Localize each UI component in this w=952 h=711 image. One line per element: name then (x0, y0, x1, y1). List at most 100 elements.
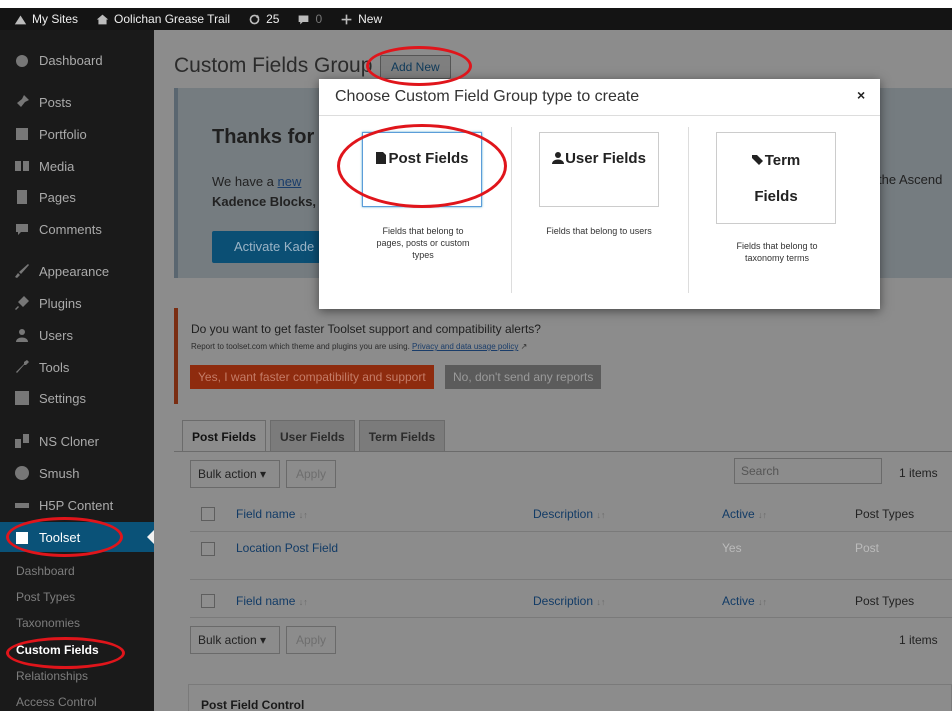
submenu-custom-fields[interactable]: Custom Fields (0, 637, 154, 663)
add-new-button[interactable]: Add New (380, 55, 451, 79)
comments-menu[interactable]: 0 (297, 12, 322, 26)
sidebar-item-label: Media (39, 158, 75, 174)
sidebar-item-settings[interactable]: Settings (0, 383, 154, 413)
sidebar-item-label: Tools (39, 359, 70, 375)
sidebar-item-posts[interactable]: Posts (0, 87, 154, 117)
field-name-link[interactable]: Location Post Field (236, 541, 338, 555)
kadence-new-link[interactable]: new (278, 174, 302, 189)
no-reports-button[interactable]: No, don't send any reports (445, 365, 602, 389)
post-fields-option[interactable]: Post Fields (362, 132, 482, 207)
bulk-action-label: Bulk action (198, 467, 257, 481)
tab-term-fields[interactable]: Term Fields (358, 420, 446, 452)
bulk-action-label: Bulk action (198, 633, 257, 647)
privacy-policy-link[interactable]: Privacy and data usage policy (412, 342, 518, 351)
submenu-access-control[interactable]: Access Control (0, 689, 154, 711)
select-all-checkbox[interactable] (201, 507, 215, 521)
term-fields-label-line1: Term (764, 152, 801, 169)
select-all-checkbox-footer[interactable] (201, 594, 215, 608)
sidebar-item-smush[interactable]: Smush (0, 458, 154, 488)
option-divider (511, 127, 512, 293)
kadence-title: Thanks for (212, 126, 315, 148)
user-fields-label: User Fields (565, 150, 646, 167)
term-fields-option[interactable]: Term Fields (716, 132, 836, 224)
sidebar-item-users[interactable]: Users (0, 320, 154, 350)
sort-icon: ↓↑ (758, 510, 768, 520)
sidebar-item-tools[interactable]: Tools (0, 352, 154, 382)
term-fields-desc-line: taxonomy terms (744, 253, 810, 263)
updates-count: 25 (266, 12, 280, 26)
dashboard-icon (16, 55, 28, 67)
post-field-control-title: Post Field Control (201, 698, 305, 711)
sidebar-item-pages[interactable]: Pages (0, 182, 154, 212)
field-active: Yes (722, 541, 742, 555)
new-content-menu[interactable]: New (340, 12, 382, 26)
dialog-header-divider (319, 115, 880, 116)
my-sites-menu[interactable]: My Sites (14, 12, 78, 26)
tabs-divider (174, 451, 952, 452)
column-description-label: Description (533, 507, 594, 521)
sidebar-item-media[interactable]: Media (0, 151, 154, 181)
submenu-relationships[interactable]: Relationships (0, 663, 154, 689)
sidebar-item-plugins[interactable]: Plugins (0, 288, 154, 318)
bulk-action-select[interactable]: Bulk action ▾ (190, 460, 280, 488)
pin-icon (15, 95, 29, 109)
sidebar-item-label: H5P Content (39, 497, 114, 513)
sidebar-item-label: Posts (39, 94, 72, 110)
apply-button[interactable]: Apply (286, 460, 336, 488)
column-field-name-footer[interactable]: Field name ↓↑ (236, 594, 308, 608)
user-fields-description: Fields that belong to users (546, 226, 652, 236)
term-fields-label-line2: Fields (754, 188, 798, 205)
external-link-icon: ↗ (520, 342, 528, 351)
activate-kadence-button[interactable]: Activate Kade (212, 231, 324, 263)
post-fields-desc-line: types (412, 250, 434, 260)
search-input[interactable]: Search (734, 458, 882, 484)
plug-icon (15, 296, 29, 310)
wrench-icon (16, 360, 29, 373)
yes-faster-support-button[interactable]: Yes, I want faster compatibility and sup… (190, 365, 434, 389)
sidebar-item-label: Smush (39, 465, 80, 481)
sidebar-item-h5p-content[interactable]: H5P Content (0, 490, 154, 520)
admin-sidebar: Dashboard Posts Portfolio Media Pages Co… (0, 30, 154, 711)
sidebar-item-portfolio[interactable]: Portfolio (0, 119, 154, 149)
tags-icon (751, 155, 763, 165)
row-checkbox[interactable] (201, 542, 215, 556)
submenu-post-types[interactable]: Post Types (0, 584, 154, 610)
option-divider (688, 127, 689, 293)
sidebar-item-ns-cloner[interactable]: NS Cloner (0, 426, 154, 456)
brush-icon (15, 264, 29, 278)
sidebar-item-dashboard[interactable]: Dashboard (0, 45, 154, 75)
kadence-text-prefix: We have a (212, 174, 278, 189)
document-icon (376, 152, 387, 164)
column-field-name[interactable]: Field name ↓↑ (236, 507, 308, 521)
my-sites-label: My Sites (32, 12, 79, 26)
column-description[interactable]: Description ↓↑ (533, 507, 605, 521)
sidebar-item-toolset[interactable]: Toolset (0, 522, 154, 552)
submenu-taxonomies[interactable]: Taxonomies (0, 610, 154, 636)
sort-icon: ↓↑ (298, 597, 308, 607)
user-fields-option[interactable]: User Fields (539, 132, 659, 207)
column-description-footer[interactable]: Description ↓↑ (533, 594, 605, 608)
items-count: 1 items (899, 466, 938, 480)
column-post-types-footer: Post Types (855, 594, 915, 608)
column-active-footer[interactable]: Active ↓↑ (722, 594, 767, 608)
media-icon (15, 161, 29, 171)
updates-menu[interactable]: 25 (248, 12, 279, 26)
sidebar-item-comments[interactable]: Comments (0, 214, 154, 244)
site-name-menu[interactable]: Oolichan Grease Trail (96, 12, 230, 26)
tab-post-fields[interactable]: Post Fields (182, 420, 267, 452)
bulk-action-select-bottom[interactable]: Bulk action ▾ (190, 626, 280, 654)
apply-button-bottom[interactable]: Apply (286, 626, 336, 654)
tab-user-fields[interactable]: User Fields (270, 420, 355, 452)
sidebar-item-label: Pages (39, 189, 76, 205)
kadence-text-line2: Kadence Blocks, (212, 194, 317, 209)
sidebar-item-label: NS Cloner (39, 433, 99, 449)
column-active[interactable]: Active ↓↑ (722, 507, 767, 521)
choose-group-type-dialog: Choose Custom Field Group type to create… (319, 79, 880, 309)
toolset-small-text: Report to toolset.com which theme and pl… (191, 342, 527, 351)
close-icon[interactable]: × (857, 87, 865, 103)
sidebar-item-appearance[interactable]: Appearance (0, 256, 154, 286)
submenu-dashboard[interactable]: Dashboard (0, 558, 154, 584)
sort-icon: ↓↑ (298, 510, 308, 520)
toolset-question: Do you want to get faster Toolset suppor… (191, 322, 541, 336)
comments-icon (16, 224, 28, 235)
